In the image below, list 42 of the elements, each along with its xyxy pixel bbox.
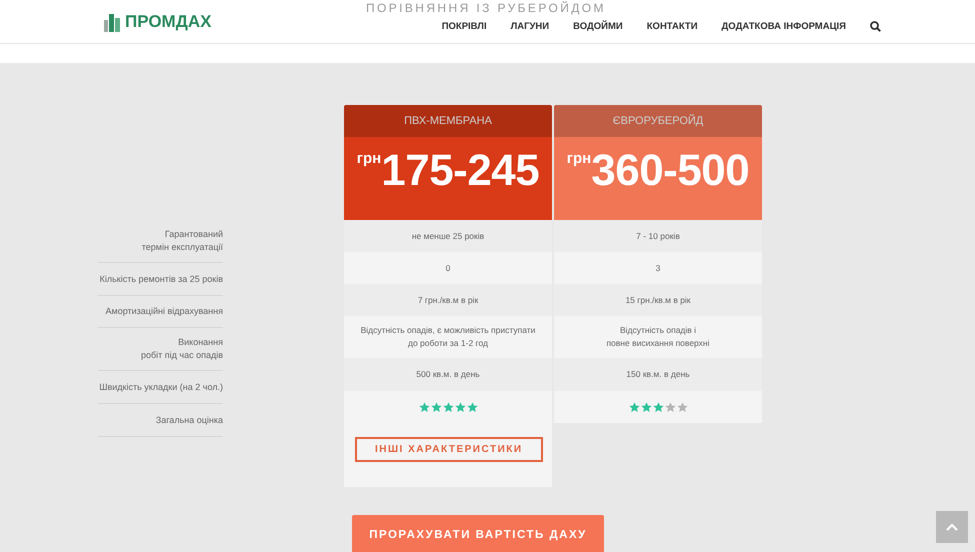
- star-icon: [442, 402, 454, 412]
- star-icon: [628, 402, 640, 412]
- nav-link[interactable]: ПОКРІВЛІ: [430, 21, 499, 32]
- star-icon: [454, 402, 466, 412]
- star-icon: [664, 402, 676, 412]
- star-icon: [652, 402, 664, 412]
- chevron-up-icon: [946, 523, 958, 531]
- search-icon[interactable]: [870, 21, 881, 32]
- table-cell: 500 кв.м. в день: [344, 358, 552, 391]
- star-icon: [640, 402, 652, 412]
- column-header: ПВХ-МЕМБРАНА: [344, 105, 552, 137]
- criterion-label: Швидкість укладки (на 2 чол.): [99, 380, 223, 394]
- nav-link[interactable]: ЛАГУНИ: [498, 21, 562, 32]
- star-icon: [418, 402, 430, 412]
- table-cell: не менше 25 років: [344, 220, 552, 252]
- nav-link[interactable]: ДОДАТКОВА ІНФОРМАЦІЯ: [710, 21, 858, 32]
- nav-link[interactable]: КОНТАКТИ: [634, 21, 710, 32]
- table-cell: 150 кв.м. в день: [554, 358, 762, 391]
- currency-label: грн: [356, 150, 382, 167]
- price-range: 360-500: [591, 147, 750, 195]
- table-cell: 7 - 10 років: [554, 220, 762, 252]
- logo-text[interactable]: ПРОМДАХ: [125, 12, 212, 32]
- nav-link[interactable]: ВОДОЙМИ: [561, 21, 635, 32]
- buildings-logo-icon: [103, 12, 121, 32]
- table-cell-text: 0: [444, 262, 452, 274]
- column-header: ЄВРОРУБЕРОЙД: [554, 105, 762, 137]
- table-cell-text: Відсутність опадів і повне висихання поверхні: [605, 324, 711, 350]
- criterion-label: Гарантований термін експлуатації: [142, 228, 223, 254]
- currency-label: грн: [566, 150, 592, 167]
- table-cell: 15 грн./кв.м в рік: [554, 284, 762, 316]
- table-cell-text: 3: [654, 262, 662, 274]
- table-cell: 7 грн./кв.м в рік: [344, 284, 552, 316]
- price-range: 175-245: [381, 147, 540, 195]
- table-cell-text: Відсутність опадів, є можливість приступати до роботи за 1-2 год: [360, 324, 536, 350]
- criterion-label: Загальна оцінка: [156, 414, 223, 426]
- section-title: ПОРІВНЯННЯ ІЗ РУБЕРОЙДОМ: [366, 0, 606, 17]
- criterion-label: Амортизаційні відрахування: [106, 305, 223, 318]
- criterion-label: Кількість ремонтів за 25 років: [100, 272, 223, 286]
- star-icon: [466, 402, 478, 412]
- star-icon: [430, 402, 442, 412]
- criterion-label: Виконання робіт під час опадів: [140, 336, 223, 362]
- star-icon: [676, 402, 688, 412]
